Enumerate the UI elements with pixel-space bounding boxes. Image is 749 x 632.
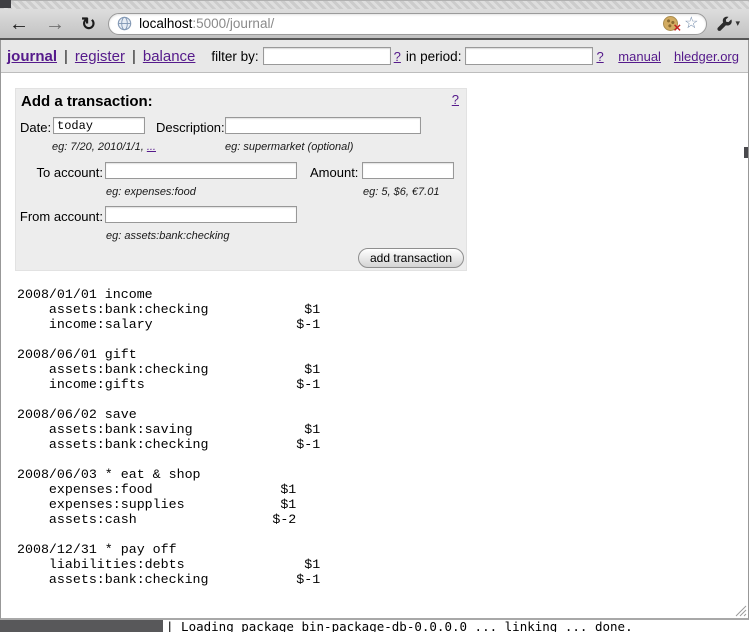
from-account-input[interactable] (105, 206, 297, 223)
to-account-input[interactable] (105, 162, 297, 179)
terminal-output: | Loading package bin-package-db-0.0.0.0… (163, 620, 749, 632)
window-drag-strip (0, 0, 749, 9)
background-window (0, 620, 163, 632)
date-hint-more-link[interactable]: ... (147, 141, 156, 153)
description-hint: eg: supermarket (optional) (225, 141, 353, 153)
wrench-icon (716, 16, 732, 32)
url-text[interactable]: localhost:5000/journal/ (139, 16, 274, 31)
add-transaction-form: Add a transaction: ? Date: Description: … (15, 88, 467, 271)
desktop-background: | Loading package bin-package-db-0.0.0.0… (0, 620, 749, 632)
browser-chrome: ← → ↻ localhost:5000/journal/ ☆ ▾ (0, 0, 749, 40)
filter-label: filter by: (211, 49, 258, 64)
nav-separator: | (132, 48, 136, 65)
journal-text: 2008/01/01 income assets:bank:checking $… (17, 287, 748, 587)
from-account-label: From account: (16, 209, 103, 224)
browser-viewport: journal | register | balance filter by: … (0, 40, 749, 620)
to-account-label: To account: (16, 165, 103, 180)
form-help-link[interactable]: ? (452, 92, 459, 107)
reload-button[interactable]: ↻ (81, 15, 96, 33)
back-button[interactable]: ← (9, 14, 29, 34)
amount-label: Amount: (310, 165, 358, 180)
filter-help-link[interactable]: ? (394, 49, 401, 64)
date-label: Date: (20, 120, 51, 135)
amount-input[interactable] (362, 162, 454, 179)
nav-separator: | (64, 48, 68, 65)
hledger-org-link[interactable]: hledger.org (674, 49, 739, 64)
url-path: :5000/journal/ (192, 16, 274, 31)
date-hint: eg: 7/20, 2010/1/1, ... (52, 141, 156, 153)
period-label: in period: (406, 49, 462, 64)
browser-toolbar: ← → ↻ localhost:5000/journal/ ☆ ▾ (0, 9, 749, 40)
period-input[interactable] (465, 47, 593, 65)
add-transaction-button[interactable]: add transaction (358, 248, 464, 268)
to-account-hint: eg: expenses:food (106, 186, 196, 198)
nav-link-journal[interactable]: journal (7, 48, 57, 65)
menu-caret-icon: ▾ (735, 18, 740, 29)
manual-link[interactable]: manual (618, 49, 661, 64)
from-account-hint: eg: assets:bank:checking (106, 230, 230, 242)
bookmark-star-icon[interactable]: ☆ (684, 16, 698, 32)
nav-link-balance[interactable]: balance (143, 48, 196, 65)
forward-button[interactable]: → (45, 14, 65, 34)
resize-grip-icon[interactable] (734, 604, 747, 617)
app-navbar: journal | register | balance filter by: … (1, 40, 748, 73)
nav-link-register[interactable]: register (75, 48, 125, 65)
address-bar[interactable]: localhost:5000/journal/ ☆ (108, 13, 707, 35)
description-label: Description: (156, 120, 225, 135)
amount-hint: eg: 5, $6, €7.01 (363, 186, 439, 198)
period-help-link[interactable]: ? (596, 49, 603, 64)
date-input[interactable] (53, 117, 145, 134)
description-input[interactable] (225, 117, 421, 134)
cookie-blocked-icon[interactable] (663, 16, 678, 31)
site-globe-icon[interactable] (117, 16, 132, 31)
form-title: Add a transaction: (21, 93, 153, 110)
wrench-menu-button[interactable]: ▾ (716, 16, 740, 32)
scrollbar-thumb[interactable] (744, 147, 748, 158)
desktop-corner (0, 0, 11, 8)
filter-input[interactable] (263, 47, 391, 65)
url-host: localhost (139, 16, 192, 31)
